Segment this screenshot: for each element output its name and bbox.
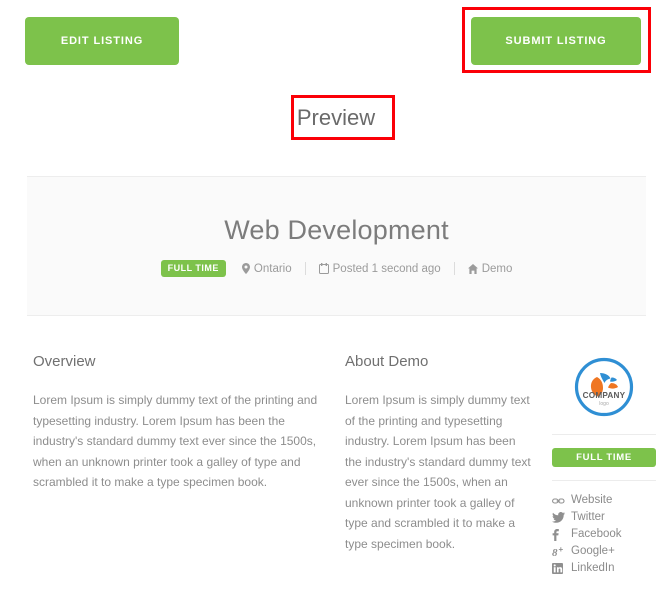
overview-title: Overview xyxy=(33,353,96,370)
meta-divider xyxy=(453,262,455,275)
job-type-badge: FULL TIME xyxy=(160,260,226,277)
edit-listing-button[interactable]: EDIT LISTING xyxy=(25,17,179,65)
about-body: Lorem Ipsum is simply dummy text of the … xyxy=(345,393,531,551)
social-link-label: LinkedIn xyxy=(571,562,615,574)
submit-listing-button[interactable]: SUBMIT LISTING xyxy=(471,17,641,65)
job-title: Web Development xyxy=(224,215,449,245)
social-links-list: Website Twitter Facebook 8 + Google+ Lin… xyxy=(552,492,656,577)
company-sidebar: COMPANY logo FULL TIME Website Twitter F… xyxy=(552,352,656,577)
svg-text:logo: logo xyxy=(599,401,609,407)
facebook-icon xyxy=(552,528,566,541)
svg-text:COMPANY: COMPANY xyxy=(583,391,626,400)
about-column: About Demo Lorem Ipsum is simply dummy t… xyxy=(345,352,535,554)
svg-text:+: + xyxy=(559,546,564,554)
about-title: About Demo xyxy=(345,353,429,370)
job-location-label: Ontario xyxy=(253,262,292,275)
social-link-facebook[interactable]: Facebook xyxy=(552,526,656,543)
calendar-icon xyxy=(318,263,329,274)
overview-column: Overview Lorem Ipsum is simply dummy tex… xyxy=(33,352,321,493)
sidebar-divider-top xyxy=(552,434,656,435)
social-link-twitter[interactable]: Twitter xyxy=(552,509,656,526)
company-logo: COMPANY logo xyxy=(573,356,635,418)
sidebar-job-type-badge[interactable]: FULL TIME xyxy=(552,448,656,467)
social-link-googleplus[interactable]: 8 + Google+ xyxy=(552,543,656,560)
page-title: Preview xyxy=(296,105,376,130)
social-link-label: Twitter xyxy=(571,511,605,523)
social-link-label: Website xyxy=(571,494,613,506)
social-link-label: Google+ xyxy=(571,545,615,557)
googleplus-icon: 8 + xyxy=(552,546,566,558)
location-pin-icon xyxy=(241,263,250,274)
social-link-website[interactable]: Website xyxy=(552,492,656,509)
meta-divider xyxy=(304,262,306,275)
link-icon xyxy=(552,497,566,505)
twitter-icon xyxy=(552,512,566,523)
sidebar-divider-bottom xyxy=(552,480,656,481)
social-link-linkedin[interactable]: LinkedIn xyxy=(552,560,656,577)
home-icon xyxy=(467,263,478,274)
job-company-label: Demo xyxy=(481,262,513,275)
job-company: Demo xyxy=(467,262,513,275)
job-header-card: Web Development FULL TIME Ontario Posted… xyxy=(27,176,646,316)
linkedin-icon xyxy=(552,563,566,574)
social-link-label: Facebook xyxy=(571,528,622,540)
action-bar: EDIT LISTING SUBMIT LISTING xyxy=(0,0,672,80)
job-location: Ontario xyxy=(241,262,292,275)
job-posted-label: Posted 1 second ago xyxy=(332,262,441,275)
job-meta-row: FULL TIME Ontario Posted 1 second ago De… xyxy=(27,260,646,277)
overview-body: Lorem Ipsum is simply dummy text of the … xyxy=(33,393,318,489)
svg-text:8: 8 xyxy=(552,547,558,558)
job-posted-date: Posted 1 second ago xyxy=(318,262,441,275)
